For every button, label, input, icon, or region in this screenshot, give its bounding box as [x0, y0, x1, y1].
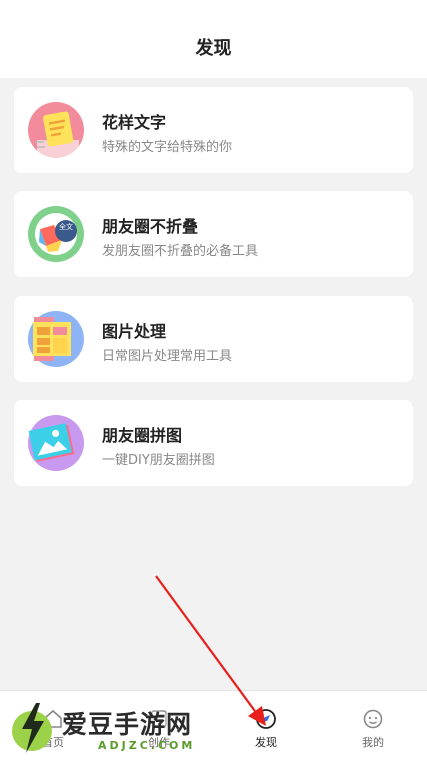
card-description: 特殊的文字给特殊的你: [102, 140, 233, 155]
unfold-text-icon: 全文: [28, 206, 84, 262]
annotation-arrow-icon: [155, 575, 266, 726]
card-description: 一键DIY朋友圈拼图: [102, 453, 215, 468]
profile-icon: [363, 709, 383, 729]
photo-collage-icon: [28, 415, 84, 471]
tool-card-image-processing[interactable]: 图片处理 日常图片处理常用工具: [14, 296, 413, 382]
sticky-note-icon: [28, 102, 84, 158]
tool-card-unfold-moments[interactable]: 全文 朋友圈不折叠 发朋友圈不折叠的必备工具: [14, 191, 413, 277]
card-description: 日常图片处理常用工具: [102, 349, 233, 364]
card-title: 图片处理: [102, 322, 167, 341]
page-title: 发现: [195, 38, 232, 59]
watermark-logo-icon: [12, 703, 52, 753]
image-edit-icon: [28, 311, 84, 367]
icon-label: 全文: [59, 222, 73, 231]
tool-card-photo-collage[interactable]: 朋友圈拼图 一键DIY朋友圈拼图: [14, 400, 413, 486]
page-header: 发现: [0, 0, 427, 78]
card-title: 朋友圈拼图: [102, 426, 183, 445]
tab-label: 我的: [362, 736, 384, 749]
card-title: 花样文字: [102, 113, 167, 132]
card-description: 发朋友圈不折叠的必备工具: [102, 244, 259, 259]
tab-profile[interactable]: 我的: [320, 691, 426, 760]
tool-card-fancy-text[interactable]: 花样文字 特殊的文字给特殊的你: [14, 87, 413, 173]
card-title: 朋友圈不折叠: [102, 217, 199, 236]
watermark-domain: ADJZC.COM: [98, 739, 196, 752]
